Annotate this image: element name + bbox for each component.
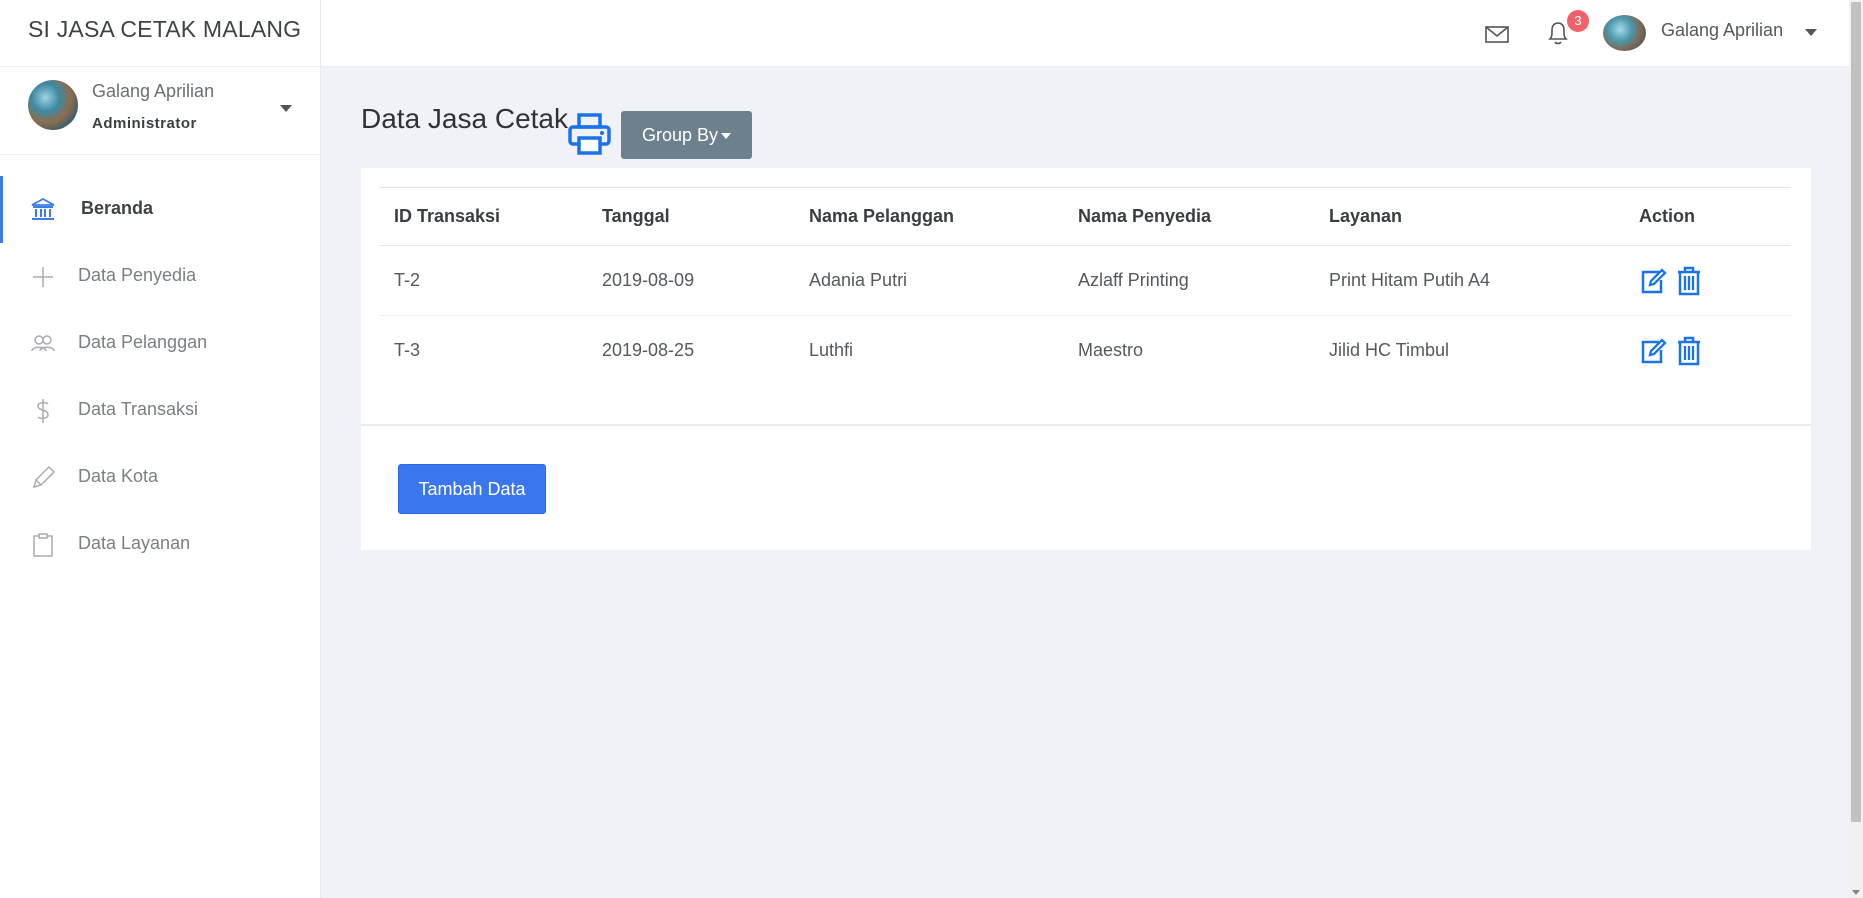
- chevron-down-icon[interactable]: [280, 105, 292, 112]
- notification-badge: 3: [1567, 10, 1589, 32]
- cell-service: Jilid HC Timbul: [1329, 340, 1450, 361]
- scroll-thumb[interactable]: [1851, 2, 1861, 822]
- cell-date: 2019-08-09: [588, 245, 795, 316]
- cell-id: T-2: [380, 245, 588, 316]
- cell-customer: Luthfi: [809, 340, 854, 361]
- cell-date: 2019-08-25: [602, 340, 695, 361]
- sidebar-item-data-penyedia[interactable]: Data Penyedia: [0, 243, 320, 310]
- cell-provider: Azlaff Printing: [1064, 245, 1315, 316]
- column-header: Tanggal: [588, 187, 795, 246]
- user-name[interactable]: Galang Aprilian: [1661, 20, 1783, 41]
- printer-icon[interactable]: [567, 112, 612, 157]
- sidebar-item-label: Data Pelanggan: [78, 332, 208, 352]
- sidebar: SI JASA CETAK MALANG Galang Aprilian Adm…: [0, 0, 321, 898]
- column-header: ID Transaksi: [380, 187, 588, 246]
- trash-icon[interactable]: [1675, 266, 1703, 296]
- card-divider: [361, 424, 1811, 426]
- column-header: Layanan: [1315, 187, 1625, 246]
- avatar[interactable]: [1603, 15, 1646, 51]
- sidebar-item-beranda[interactable]: Beranda: [0, 176, 320, 243]
- cell-action: [1625, 316, 1791, 386]
- sidebar-nav: Beranda Data Penyedia Data Pelanggan Dat…: [0, 176, 320, 578]
- sidebar-item-data-pelanggan[interactable]: Data Pelanggan: [0, 310, 320, 377]
- trash-icon[interactable]: [1675, 336, 1703, 366]
- edit-icon[interactable]: [1639, 266, 1667, 296]
- transactions-table: ID Transaksi Tanggal Nama Pelanggan Nama…: [380, 187, 1791, 386]
- edit-icon[interactable]: [1639, 336, 1667, 366]
- cell-service: Print Hitam Putih A4: [1315, 245, 1625, 316]
- scrollbar[interactable]: [1849, 0, 1863, 898]
- dollar-icon: [37, 399, 49, 423]
- sidebar-profile[interactable]: Galang Aprilian Administrator: [0, 67, 320, 155]
- group-by-button[interactable]: Group By: [621, 111, 752, 159]
- table-row: T-2 2019-08-09 Adania Putri Azlaff Print…: [380, 245, 1791, 316]
- brand-title[interactable]: SI JASA CETAK MALANG: [0, 0, 320, 67]
- cell-id: T-3: [394, 340, 421, 361]
- sidebar-item-label: Data Kota: [78, 466, 159, 486]
- sidebar-item-label: Data Transaksi: [78, 399, 199, 419]
- page-title: Data Jasa Cetak: [361, 103, 568, 134]
- chevron-down-icon[interactable]: [1805, 29, 1817, 36]
- sidebar-item-data-kota[interactable]: Data Kota: [0, 444, 320, 511]
- scroll-down-arrow-icon[interactable]: [1852, 890, 1860, 895]
- sidebar-item-label: Data Penyedia: [78, 265, 197, 285]
- table-row: T-3 2019-08-25 Luthfi Maestro Jilid HC T…: [380, 316, 1791, 386]
- cell-provider: Maestro: [1078, 340, 1144, 361]
- column-header: Nama Pelanggan: [795, 187, 1064, 246]
- topbar: 3 Galang Aprilian: [321, 0, 1849, 67]
- clipboard-icon: [33, 533, 53, 557]
- cell-customer: Adania Putri: [795, 245, 1064, 316]
- sidebar-item-data-transaksi[interactable]: Data Transaksi: [0, 377, 320, 444]
- add-data-button[interactable]: Tambah Data: [398, 464, 546, 514]
- users-icon: [31, 335, 55, 352]
- table-header-row: ID Transaksi Tanggal Nama Pelanggan Nama…: [380, 187, 1791, 246]
- column-header: Nama Penyedia: [1064, 187, 1315, 246]
- plus-icon: [33, 267, 53, 287]
- group-by-label: Group By: [641, 125, 719, 145]
- sidebar-item-data-layanan[interactable]: Data Layanan: [0, 511, 320, 578]
- mail-icon[interactable]: [1484, 21, 1510, 47]
- profile-name: Galang Aprilian: [92, 81, 215, 101]
- pencil-icon: [32, 465, 56, 489]
- sidebar-item-label: Beranda: [81, 198, 154, 218]
- cell-action: [1625, 245, 1791, 316]
- sidebar-item-label: Data Layanan: [78, 533, 191, 553]
- caret-down-icon: [721, 133, 732, 140]
- profile-role: Administrator: [92, 115, 197, 132]
- bank-icon: [31, 197, 55, 220]
- avatar: [28, 80, 78, 130]
- column-header: Action: [1625, 187, 1791, 246]
- data-card: ID Transaksi Tanggal Nama Pelanggan Nama…: [361, 168, 1811, 550]
